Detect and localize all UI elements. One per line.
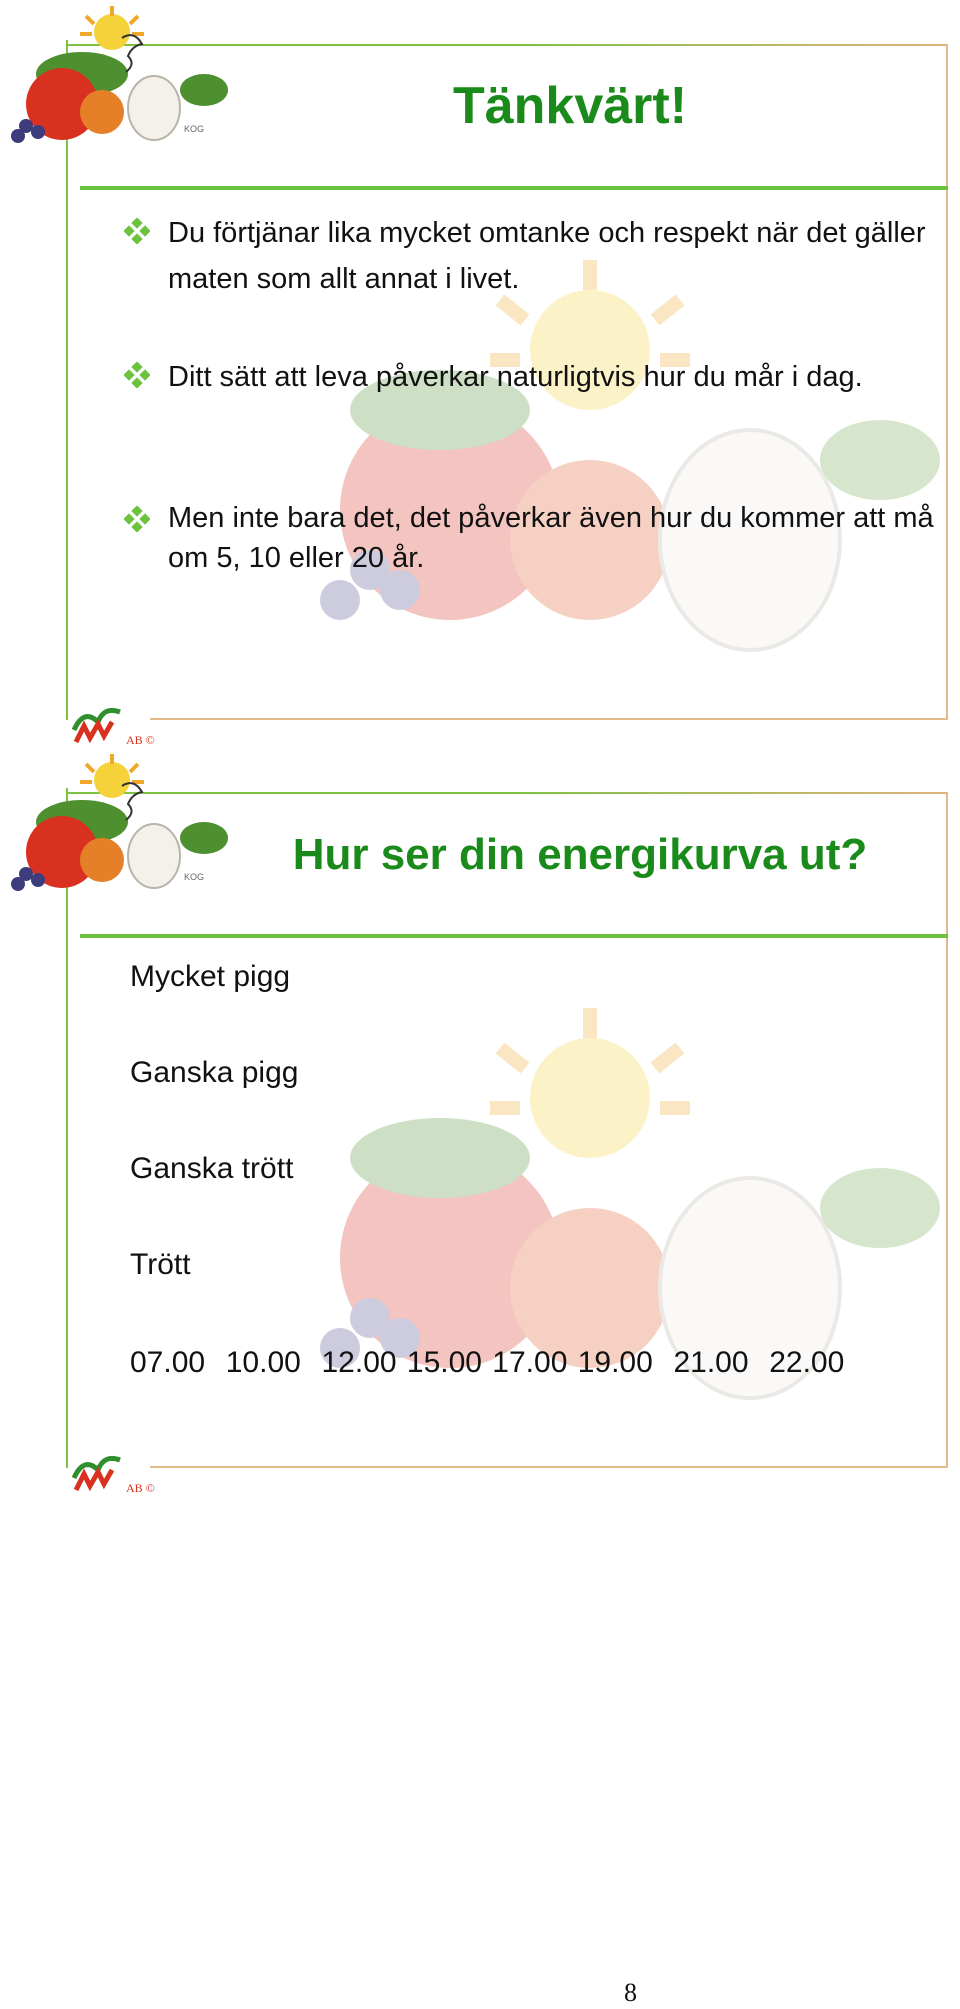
title-rule	[80, 934, 948, 938]
company-logo-icon: AB ©	[71, 707, 155, 747]
company-logo-text: AB ©	[126, 1481, 155, 1495]
energy-scale-label: Ganska trött	[130, 1152, 294, 1185]
energy-scale-label: Ganska pigg	[130, 1056, 299, 1089]
svg-text:KOG: KOG	[184, 872, 204, 882]
diamond-bullet-icon	[124, 506, 150, 532]
frame-right-border	[946, 792, 948, 1468]
page-number: 8	[624, 1978, 637, 2007]
time-axis-row: 07.00 10.00 12.00 15.00 17.00 19.00 21.0…	[130, 1346, 845, 1379]
frame-bottom-border	[150, 1466, 948, 1468]
energy-scale-label: Mycket pigg	[130, 960, 291, 993]
fruit-watermark-icon	[320, 260, 940, 652]
svg-text:KOG: KOG	[184, 124, 204, 134]
slide-title: Hur ser din energikurva ut?	[292, 830, 868, 879]
bullet-text: Men inte bara det, det påverkar även hur…	[168, 502, 934, 574]
company-logo-text: AB ©	[126, 733, 155, 747]
bullet-text: Ditt sätt att leva påverkar naturligtvis…	[168, 361, 863, 393]
company-logo-icon: AB ©	[71, 1455, 155, 1495]
fruit-vegetable-logo-icon: KOG	[11, 754, 228, 891]
diamond-bullet-icon	[124, 218, 150, 244]
slide-tankvart: KOG Tänkvärt! Du förtjänar lika mycket o…	[0, 0, 960, 747]
frame-bottom-border	[150, 718, 948, 720]
diamond-bullet-icon	[124, 362, 150, 388]
fruit-vegetable-logo-icon: KOG	[11, 6, 228, 143]
bullet-item: Men inte bara det, det påverkar även hur…	[124, 498, 954, 578]
energy-scale-label: Trött	[130, 1248, 191, 1281]
slide-title: Tänkvärt!	[452, 77, 688, 135]
slide-energikurva: KOG Hur ser din energikurva ut? Mycket p…	[0, 748, 960, 1495]
bullet-item: Du förtjänar lika mycket omtanke och res…	[124, 210, 954, 302]
title-rule	[80, 186, 948, 190]
bullet-item: Ditt sätt att leva påverkar naturligtvis…	[124, 354, 954, 400]
bullet-text: Du förtjänar lika mycket omtanke och res…	[168, 217, 926, 295]
